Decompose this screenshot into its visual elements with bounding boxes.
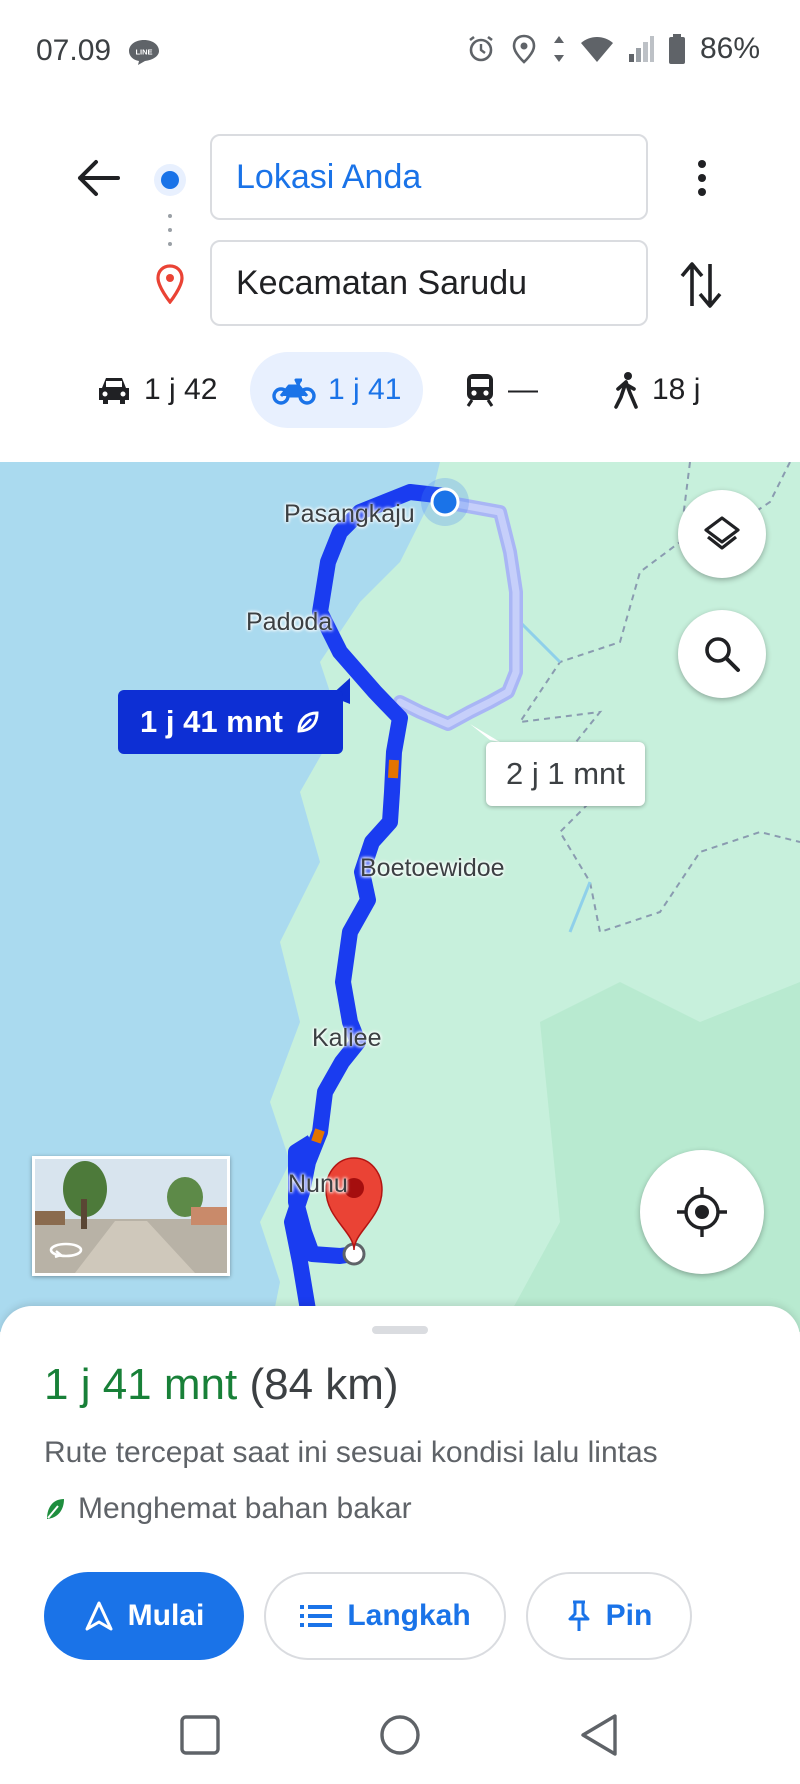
search-icon (705, 637, 740, 672)
list-icon (300, 1605, 333, 1627)
traffic-segment-2 (311, 1128, 325, 1144)
mode-walk-label: 18 j (652, 373, 701, 406)
mode-walk[interactable]: 18 j (612, 352, 700, 428)
motorcycle-icon (272, 378, 316, 405)
map-view[interactable]: Pasangkaju Padoda Boetoewidoe Kaliee Nun… (0, 462, 800, 1332)
destination-field[interactable]: Kecamatan Sarudu (210, 240, 648, 326)
mode-transit[interactable]: — (464, 352, 538, 428)
traffic-segment (388, 759, 399, 779)
system-nav-bar (0, 1690, 800, 1784)
pushpin-icon (568, 1600, 590, 1631)
back-arrow-icon[interactable] (72, 152, 124, 204)
leaf-icon (297, 711, 319, 733)
line-badge-text: LINE (135, 48, 152, 57)
walk-icon (614, 372, 638, 409)
route-summary: 1 j 41 mnt (84 km) (44, 1360, 399, 1410)
layers-button[interactable] (678, 490, 766, 578)
battery-percent: 86% (699, 32, 760, 65)
place-label: Nunu (288, 1170, 348, 1198)
place-label: Padoda (246, 608, 333, 636)
place-label: Pasangkaju (284, 500, 415, 528)
more-vert-icon[interactable] (682, 156, 722, 200)
mode-transit-label: — (508, 373, 538, 406)
start-button-label: Mulai (127, 1599, 205, 1632)
mode-motorcycle-label: 1 j 41 (328, 373, 402, 406)
destination-pin-icon (156, 264, 184, 304)
origin-field[interactable]: Lokasi Anda (210, 134, 648, 220)
location-icon (512, 34, 536, 64)
mode-car-label: 1 j 42 (144, 373, 218, 406)
home-circle-icon[interactable] (375, 1710, 425, 1760)
layers-icon (704, 516, 740, 550)
battery-icon (668, 34, 685, 64)
line-icon: LINE (129, 40, 159, 65)
place-label: Kaliee (312, 1024, 382, 1052)
my-location-icon (677, 1187, 727, 1237)
pin-button[interactable]: Pin (526, 1572, 692, 1660)
mode-motorcycle[interactable]: 1 j 41 (250, 352, 424, 428)
my-location-button[interactable] (640, 1150, 764, 1274)
steps-button[interactable]: Langkah (264, 1572, 506, 1660)
swap-arrows-icon[interactable] (678, 258, 724, 312)
route-distance: (84 km) (249, 1360, 399, 1409)
status-bar: 07.09 LINE 86% (0, 0, 800, 104)
alarm-icon (469, 35, 493, 62)
eco-note: Menghemat bahan bakar (44, 1492, 412, 1526)
navigation-arrow-icon (85, 1601, 113, 1631)
status-time: 07.09 (36, 34, 112, 67)
train-icon (466, 374, 494, 407)
mode-car[interactable]: 1 j 42 (96, 352, 217, 428)
alt-route-callout[interactable]: 2 j 1 mnt (486, 742, 645, 806)
back-triangle-icon[interactable] (575, 1710, 625, 1760)
wifi-icon (580, 37, 613, 62)
pin-button-label: Pin (605, 1599, 653, 1632)
map-search-button[interactable] (678, 610, 766, 698)
route-description: Rute tercepat saat ini sesuai kondisi la… (44, 1436, 658, 1469)
sheet-drag-handle[interactable] (372, 1326, 428, 1334)
car-icon (99, 378, 129, 404)
eco-note-label: Menghemat bahan bakar (78, 1492, 412, 1525)
rotate-360-icon (49, 1242, 83, 1259)
start-button[interactable]: Mulai (44, 1572, 244, 1660)
origin-dot-icon (154, 164, 186, 196)
street-view-thumbnail[interactable] (32, 1156, 230, 1276)
place-label: Boetoewidoe (360, 854, 505, 882)
recents-square-icon[interactable] (175, 1710, 225, 1760)
origin-location-dot[interactable] (430, 487, 460, 517)
route-connector-dots (168, 214, 172, 246)
main-route-callout-label: 1 j 41 mnt (140, 704, 283, 739)
route-duration: 1 j 41 mnt (44, 1360, 238, 1409)
main-route-callout[interactable]: 1 j 41 mnt (118, 690, 343, 754)
data-arrows-icon (553, 36, 564, 62)
signal-icon (628, 36, 654, 62)
alt-route-callout-label: 2 j 1 mnt (506, 756, 625, 791)
travel-mode-bar: 1 j 42 1 j 41 — 18 j (0, 352, 800, 428)
steps-button-label: Langkah (347, 1599, 471, 1632)
eco-leaf-icon (47, 1499, 64, 1519)
